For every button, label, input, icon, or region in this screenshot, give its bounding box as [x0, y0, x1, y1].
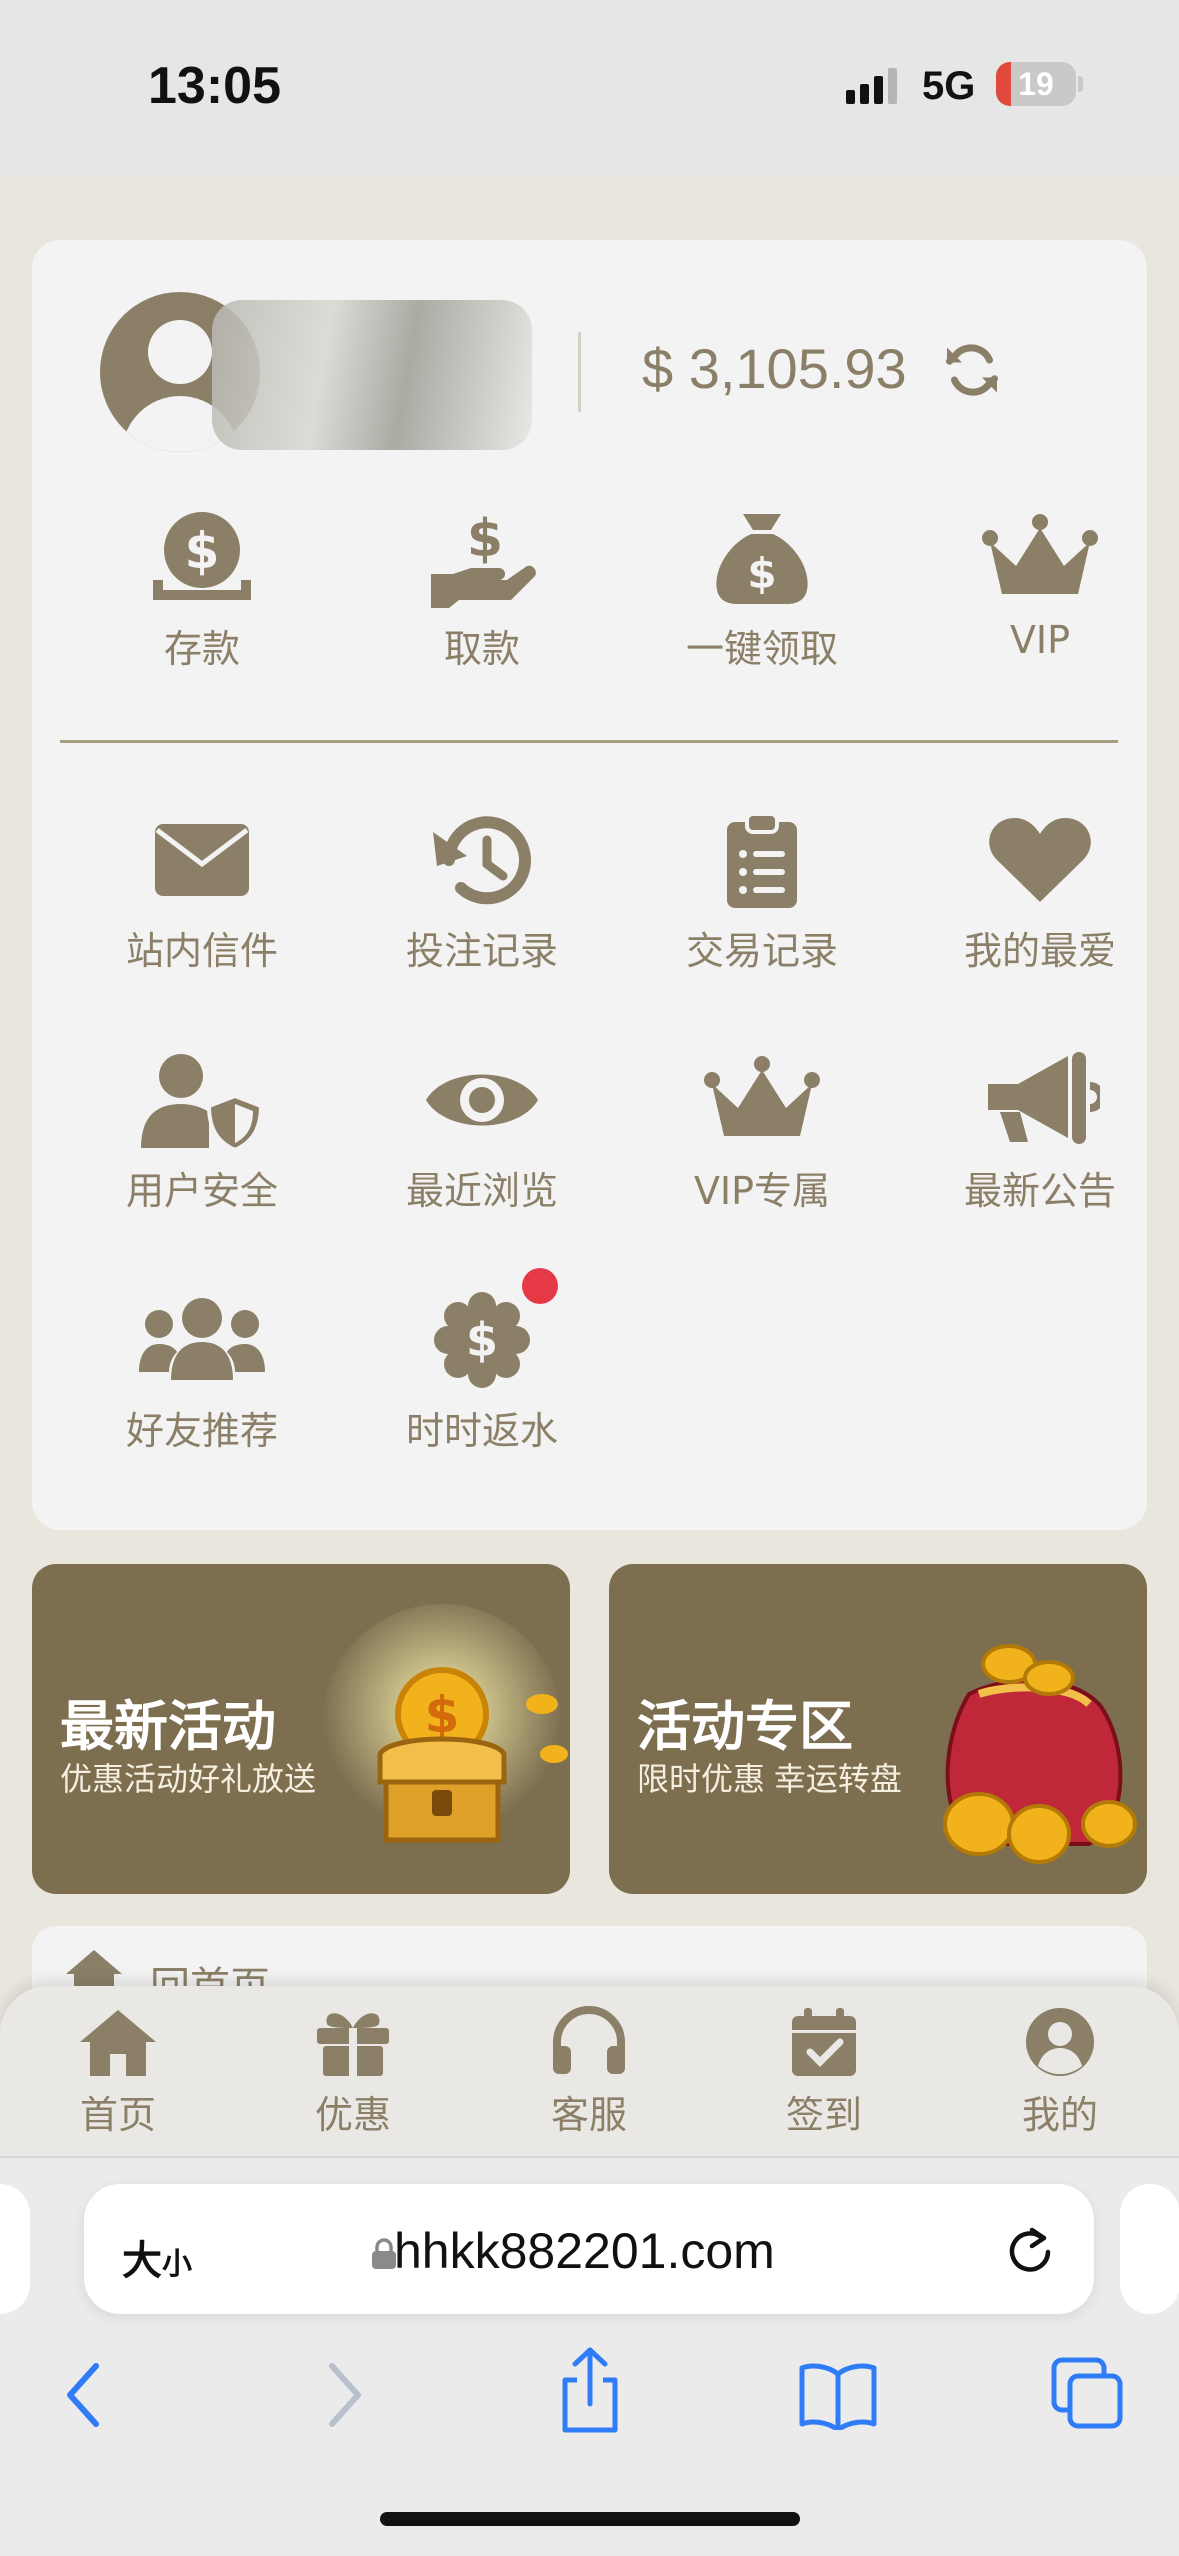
username-redacted — [212, 300, 532, 450]
user-shield-icon — [141, 1054, 264, 1150]
deposit-icon: $ — [153, 512, 251, 600]
menu-favorites[interactable]: 我的最爱 — [920, 810, 1160, 975]
home-icon — [80, 2010, 156, 2076]
network-type: 5G — [922, 64, 976, 108]
calendar-check-icon — [792, 2008, 856, 2076]
battery-icon: 19 — [996, 62, 1076, 106]
menu-recent-views[interactable]: 最近浏览 — [362, 1050, 602, 1215]
back-icon[interactable] — [60, 2360, 110, 2430]
headset-icon — [553, 2006, 625, 2074]
treasure-chest-image: $ — [322, 1604, 568, 1844]
tabs-icon[interactable] — [1050, 2356, 1126, 2432]
megaphone-icon — [988, 1052, 1100, 1144]
menu-account-security[interactable]: 用户安全 — [82, 1050, 322, 1215]
next-tab-peek[interactable] — [1120, 2184, 1179, 2314]
withdraw-button[interactable]: $ 取款 — [362, 508, 602, 673]
notification-dot — [522, 1268, 558, 1304]
divider — [578, 332, 581, 412]
menu-refer-friends[interactable]: 好友推荐 — [82, 1290, 322, 1455]
address-bar[interactable]: 大小 hhkk882201.com — [84, 2184, 1094, 2314]
bookmarks-icon[interactable] — [798, 2360, 878, 2430]
crown-icon — [982, 514, 1098, 594]
svg-text:$: $ — [466, 1313, 498, 1367]
tab-promotions[interactable]: 优惠 — [253, 2006, 453, 2139]
envelope-icon — [155, 824, 249, 896]
user-circle-icon — [1026, 2008, 1094, 2076]
menu-messages[interactable]: 站内信件 — [82, 810, 322, 975]
reload-icon[interactable] — [1002, 2222, 1058, 2278]
svg-text:$: $ — [185, 522, 220, 580]
url-text: hhkk882201.com — [394, 2223, 775, 2279]
deposit-button[interactable]: $ 存款 — [82, 508, 322, 673]
menu-transactions[interactable]: 交易记录 — [642, 810, 882, 975]
clipboard-icon — [727, 812, 797, 908]
svg-text:$: $ — [747, 549, 776, 598]
tab-checkin[interactable]: 签到 — [724, 2006, 924, 2139]
home-indicator — [380, 2512, 800, 2526]
vip-button[interactable]: VIP — [920, 508, 1160, 662]
history-icon — [433, 816, 531, 905]
claim-all-button[interactable]: $ 一键领取 — [642, 508, 882, 673]
section-divider — [60, 740, 1118, 743]
battery-level: 19 — [1018, 66, 1054, 102]
forward-icon[interactable] — [318, 2360, 368, 2430]
svg-text:$: $ — [467, 509, 503, 569]
refresh-icon[interactable] — [942, 340, 1002, 400]
previous-tab-peek[interactable] — [0, 2184, 30, 2314]
latest-activities-banner[interactable]: 最新活动 优惠活动好礼放送 $ — [32, 1564, 570, 1894]
gift-icon — [317, 2013, 389, 2076]
dollar-badge-icon: $ — [434, 1292, 530, 1388]
svg-text:$: $ — [425, 1686, 460, 1744]
menu-rebate[interactable]: $ 时时返水 — [362, 1290, 602, 1455]
eye-icon — [426, 1074, 538, 1126]
crown-icon — [704, 1056, 820, 1136]
users-icon — [139, 1298, 265, 1380]
menu-vip-exclusive[interactable]: VIP专属 — [642, 1050, 882, 1215]
bottom-tab-bar: 首页 优惠 客服 签到 我的 — [0, 1986, 1179, 2156]
heart-icon — [989, 818, 1091, 902]
money-bag-icon: $ — [716, 514, 808, 604]
activity-zone-banner[interactable]: 活动专区 限时优惠 幸运转盘 — [609, 1564, 1147, 1894]
browser-chrome: 大小 hhkk882201.com — [0, 2156, 1179, 2556]
lucky-bag-image — [943, 1644, 1137, 1864]
signal-icon — [846, 68, 897, 104]
tab-mine[interactable]: 我的 — [960, 2006, 1160, 2139]
withdraw-icon: $ — [431, 509, 536, 608]
tab-support[interactable]: 客服 — [489, 2006, 689, 2139]
banner-title: 最新活动 — [60, 1697, 276, 1757]
status-bar: 13:05 5G 19 — [0, 0, 1179, 176]
share-icon[interactable] — [555, 2346, 625, 2436]
browser-toolbar — [0, 2346, 1179, 2446]
banner-subtitle: 优惠活动好礼放送 — [60, 1761, 317, 1797]
tab-home[interactable]: 首页 — [18, 2006, 218, 2139]
balance-amount: $ 3,105.93 — [642, 337, 907, 400]
banner-subtitle: 限时优惠 幸运转盘 — [637, 1761, 902, 1797]
status-time: 13:05 — [148, 57, 281, 115]
profile-card: $ 3,105.93 $ 存款 $ 取款 $ 一键领取 VIP 站内信件 投注记… — [32, 240, 1147, 1530]
menu-announcements[interactable]: 最新公告 — [920, 1050, 1160, 1215]
banner-title: 活动专区 — [637, 1697, 853, 1757]
menu-bet-history[interactable]: 投注记录 — [362, 810, 602, 975]
text-size-button[interactable]: 大小 — [122, 2228, 192, 2286]
